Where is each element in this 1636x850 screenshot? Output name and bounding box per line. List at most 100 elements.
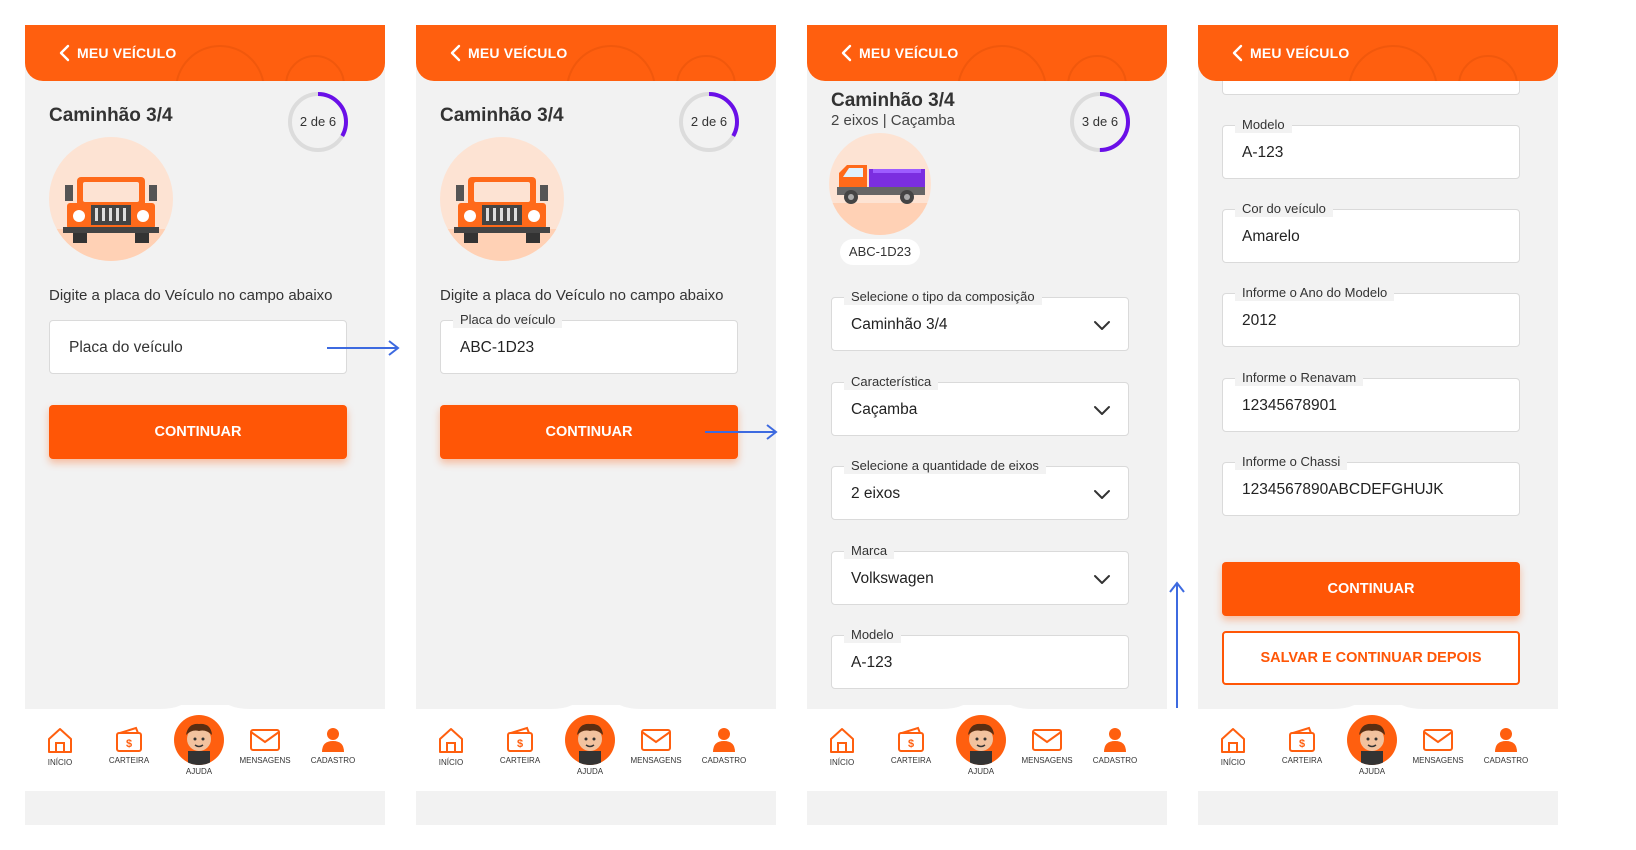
field-value: 2 eixos <box>851 485 901 502</box>
field-label: Marca <box>844 543 895 559</box>
home-icon <box>48 728 72 753</box>
flow-arrow-right-icon <box>705 424 778 440</box>
brand-select[interactable]: Marca Volkswagen <box>831 543 1129 605</box>
progress-label: 2 de 6 <box>299 114 337 129</box>
nav-carteira[interactable]: $ CARTEIRA <box>881 725 941 765</box>
nav-inicio[interactable]: INÍCIO <box>812 725 872 767</box>
bottom-nav: INÍCIO $ CARTEIRA AJUDA MENSAGENS CADAST… <box>1198 705 1558 791</box>
nav-mensagens[interactable]: MENSAGENS <box>1017 727 1077 765</box>
nav-label: CARTEIRA <box>499 756 541 765</box>
header-title: MEU VEÍCULO <box>468 45 568 61</box>
save-continue-later-button[interactable]: SALVAR E CONTINUAR DEPOIS <box>1222 631 1520 685</box>
chevron-down-icon <box>1094 490 1110 499</box>
bottom-nav: INÍCIO $ CARTEIRA AJUDA MENSAGENS CADAST… <box>25 705 385 791</box>
nav-carteira[interactable]: $ CARTEIRA <box>490 725 550 765</box>
nav-ajuda[interactable]: AJUDA <box>1346 715 1398 776</box>
field-value: A-123 <box>1242 144 1284 161</box>
vehicle-subtitle: 2 eixos | Caçamba <box>831 112 955 129</box>
help-avatar <box>1347 715 1397 765</box>
back-arrow-icon[interactable] <box>444 41 468 65</box>
nav-inicio[interactable]: INÍCIO <box>1203 725 1263 767</box>
screen-vehicle-details: MEU VEÍCULO Caminhão 3/4 2 eixos | Caçam… <box>807 25 1167 825</box>
model-input[interactable]: Modelo A-123 <box>1222 117 1520 179</box>
app-header: MEU VEÍCULO <box>1198 25 1558 81</box>
field-value: A-123 <box>851 654 893 671</box>
nav-cadastro[interactable]: CADASTRO <box>1085 725 1145 765</box>
color-input[interactable]: Cor do veículo Amarelo <box>1222 201 1520 263</box>
composition-select[interactable]: Selecione o tipo da composição Caminhão … <box>831 289 1129 351</box>
nav-inicio[interactable]: INÍCIO <box>30 725 90 767</box>
back-arrow-icon[interactable] <box>1226 41 1250 65</box>
user-icon <box>713 728 735 752</box>
field-label: Selecione o tipo da composição <box>844 289 1042 305</box>
chevron-down-icon <box>1094 575 1110 584</box>
nav-label: CADASTRO <box>1483 756 1529 765</box>
characteristic-select[interactable]: Característica Caçamba <box>831 374 1129 436</box>
app-header: MEU VEÍCULO <box>807 25 1167 81</box>
nav-label: MENSAGENS <box>630 756 682 765</box>
flow-arrow-up-icon <box>1169 581 1185 708</box>
nav-label: MENSAGENS <box>1021 756 1073 765</box>
nav-ajuda[interactable]: AJUDA <box>173 715 225 776</box>
continue-button[interactable]: CONTINUAR <box>49 405 347 459</box>
nav-label: INÍCIO <box>829 758 855 767</box>
nav-carteira[interactable]: $ CARTEIRA <box>1272 725 1332 765</box>
nav-cadastro[interactable]: CADASTRO <box>694 725 754 765</box>
plate-badge: ABC-1D23 <box>840 239 920 265</box>
field-label: Informe o Chassi <box>1235 454 1348 470</box>
header-title: MEU VEÍCULO <box>1250 45 1350 61</box>
field-value: ABC-1D23 <box>460 339 535 356</box>
truck-side-illustration <box>829 133 931 235</box>
plate-instruction: Digite a placa do Veículo no campo abaix… <box>440 287 724 304</box>
field-value: Caçamba <box>851 401 918 418</box>
app-header: MEU VEÍCULO <box>25 25 385 81</box>
renavam-input[interactable]: Informe o Renavam 12345678901 <box>1222 370 1520 432</box>
back-arrow-icon[interactable] <box>835 41 859 65</box>
nav-label: CARTEIRA <box>108 756 150 765</box>
nav-mensagens[interactable]: MENSAGENS <box>1408 727 1468 765</box>
nav-label: CARTEIRA <box>890 756 932 765</box>
bottom-nav: INÍCIO $ CARTEIRA AJUDA MENSAGENS CADAST… <box>416 705 776 791</box>
model-year-input[interactable]: Informe o Ano do Modelo 2012 <box>1222 285 1520 347</box>
field-value: Caminhão 3/4 <box>851 316 948 333</box>
help-avatar <box>956 715 1006 765</box>
svg-text:$: $ <box>908 738 914 750</box>
nav-ajuda[interactable]: AJUDA <box>955 715 1007 776</box>
continue-button[interactable]: CONTINUAR <box>440 405 738 459</box>
user-icon <box>1104 728 1126 752</box>
plate-instruction: Digite a placa do Veículo no campo abaix… <box>49 287 333 304</box>
vehicle-title: Caminhão 3/4 <box>440 105 564 126</box>
model-input[interactable]: Modelo A-123 <box>831 627 1129 689</box>
svg-text:$: $ <box>126 738 132 750</box>
back-arrow-icon[interactable] <box>53 41 77 65</box>
bottom-nav: INÍCIO $ CARTEIRA AJUDA MENSAGENS CADAST… <box>807 705 1167 791</box>
help-avatar <box>174 715 224 765</box>
plate-input[interactable]: Placa do veículo ABC-1D23 <box>440 312 738 374</box>
wallet-icon: $ <box>898 726 924 752</box>
wallet-icon: $ <box>1289 726 1315 752</box>
nav-inicio[interactable]: INÍCIO <box>421 725 481 767</box>
nav-carteira[interactable]: $ CARTEIRA <box>99 725 159 765</box>
axles-select[interactable]: Selecione a quantidade de eixos 2 eixos <box>831 458 1129 520</box>
continue-button[interactable]: CONTINUAR <box>1222 562 1520 616</box>
step-progress: 3 de 6 <box>1067 89 1133 155</box>
nav-label: CADASTRO <box>1092 756 1138 765</box>
svg-text:$: $ <box>517 738 523 750</box>
chassis-input[interactable]: Informe o Chassi 1234567890ABCDEFGHUJK <box>1222 454 1520 516</box>
nav-label: INÍCIO <box>47 758 73 767</box>
plate-input[interactable]: Placa do veículo <box>49 320 347 374</box>
nav-label: AJUDA <box>967 767 995 776</box>
chevron-down-icon <box>1094 406 1110 415</box>
home-icon <box>1221 728 1245 753</box>
nav-cadastro[interactable]: CADASTRO <box>303 725 363 765</box>
nav-mensagens[interactable]: MENSAGENS <box>626 727 686 765</box>
step-progress: 2 de 6 <box>285 89 351 155</box>
nav-mensagens[interactable]: MENSAGENS <box>235 727 295 765</box>
nav-ajuda[interactable]: AJUDA <box>564 715 616 776</box>
home-icon <box>830 728 854 753</box>
nav-label: MENSAGENS <box>239 756 291 765</box>
nav-cadastro[interactable]: CADASTRO <box>1476 725 1536 765</box>
field-label: Selecione a quantidade de eixos <box>844 458 1046 474</box>
truck-front-illustration <box>49 137 173 261</box>
nav-label: AJUDA <box>185 767 213 776</box>
